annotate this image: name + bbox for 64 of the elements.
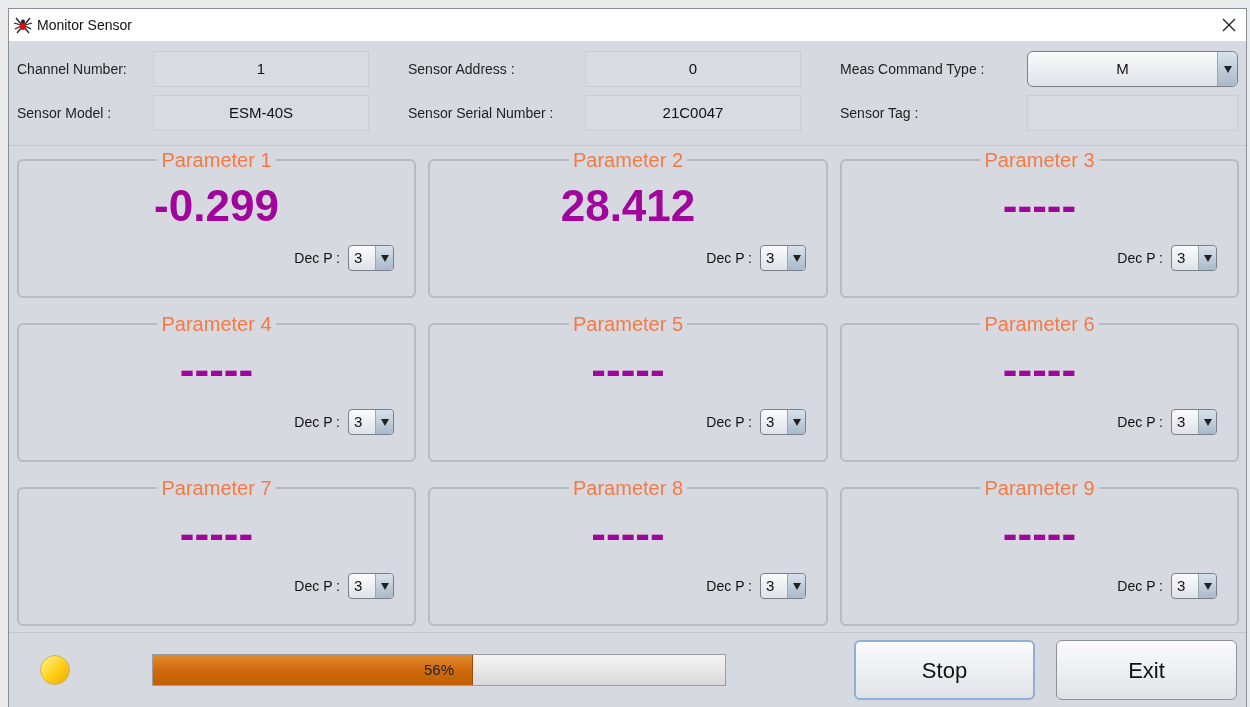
readonly-field[interactable]: 21C0047	[585, 95, 801, 131]
decimal-places-dropdown[interactable]: 3	[348, 573, 394, 599]
decimal-places-dropdown[interactable]: 3	[1171, 573, 1217, 599]
field-label: Meas Command Type :	[840, 59, 986, 79]
decimal-places-dropdown[interactable]: 3	[760, 245, 806, 271]
parameter-value: -----	[591, 348, 665, 392]
readonly-field[interactable]: 1	[153, 51, 369, 87]
readonly-field[interactable]: ESM-40S	[153, 95, 369, 131]
decimal-places-dropdown[interactable]: 3	[760, 573, 806, 599]
decimal-places-label: Dec P :	[294, 576, 340, 596]
parameter-value: -----	[179, 512, 254, 556]
parameter-title: Parameter 8	[571, 476, 685, 500]
parameter-title: Parameter 2	[571, 148, 685, 172]
decimal-places-label: Dec P :	[706, 248, 752, 268]
status-indicator-icon	[40, 655, 70, 685]
parameter-value: -0.299	[154, 184, 279, 228]
decimal-places-label: Dec P :	[706, 576, 752, 596]
parameter-title: Parameter 7	[160, 476, 273, 500]
decimal-places-dropdown[interactable]: 3	[760, 409, 806, 435]
dropdown-caret-icon	[792, 254, 801, 262]
parameter-title: Parameter 6	[983, 312, 1096, 336]
parameter-value: 28.412	[560, 184, 696, 228]
progress-percentage: 56%	[423, 659, 455, 680]
parameter-title: Parameter 1	[160, 148, 273, 172]
dropdown-caret-icon	[1203, 418, 1212, 426]
field-label: Sensor Serial Number :	[408, 103, 555, 123]
decimal-places-dropdown[interactable]: 3	[348, 409, 394, 435]
parameter-title: Parameter 5	[571, 312, 685, 336]
parameter-value: -----	[1002, 512, 1077, 556]
decimal-places-dropdown[interactable]: 3	[348, 245, 394, 271]
dropdown-caret-icon	[380, 254, 389, 262]
action-button[interactable]: Stop	[854, 640, 1035, 700]
field-label: Sensor Address :	[408, 59, 516, 79]
decimal-places-label: Dec P :	[294, 412, 340, 432]
dropdown-caret-icon	[792, 418, 801, 426]
dropdown-caret-icon	[380, 582, 389, 590]
action-button[interactable]: Exit	[1056, 640, 1237, 700]
command-type-dropdown[interactable]: M	[1027, 51, 1238, 87]
decimal-places-dropdown[interactable]: 3	[1171, 245, 1217, 271]
dropdown-caret-icon	[1223, 65, 1232, 73]
readonly-field[interactable]: 0	[585, 51, 801, 87]
window-title: Monitor Sensor	[37, 15, 132, 35]
parameter-value: -----	[591, 512, 665, 556]
dropdown-caret-icon	[1203, 254, 1212, 262]
decimal-places-dropdown[interactable]: 3	[1171, 409, 1217, 435]
parameter-value: -----	[1002, 184, 1077, 228]
parameter-title: Parameter 3	[983, 148, 1096, 172]
field-label: Sensor Model :	[17, 103, 113, 123]
spider-icon	[13, 16, 33, 34]
dropdown-caret-icon	[1203, 582, 1212, 590]
decimal-places-label: Dec P :	[1117, 248, 1163, 268]
close-icon[interactable]	[1222, 18, 1236, 32]
decimal-places-label: Dec P :	[1117, 576, 1163, 596]
dropdown-caret-icon	[380, 418, 389, 426]
parameter-title: Parameter 4	[160, 312, 273, 336]
field-label: Channel Number:	[17, 59, 128, 79]
decimal-places-label: Dec P :	[294, 248, 340, 268]
parameter-title: Parameter 9	[983, 476, 1096, 500]
decimal-places-label: Dec P :	[706, 412, 752, 432]
parameter-value: -----	[1002, 348, 1077, 392]
parameter-value: -----	[179, 348, 254, 392]
decimal-places-label: Dec P :	[1117, 412, 1163, 432]
field-label: Sensor Tag :	[840, 103, 920, 123]
dropdown-caret-icon	[792, 582, 801, 590]
